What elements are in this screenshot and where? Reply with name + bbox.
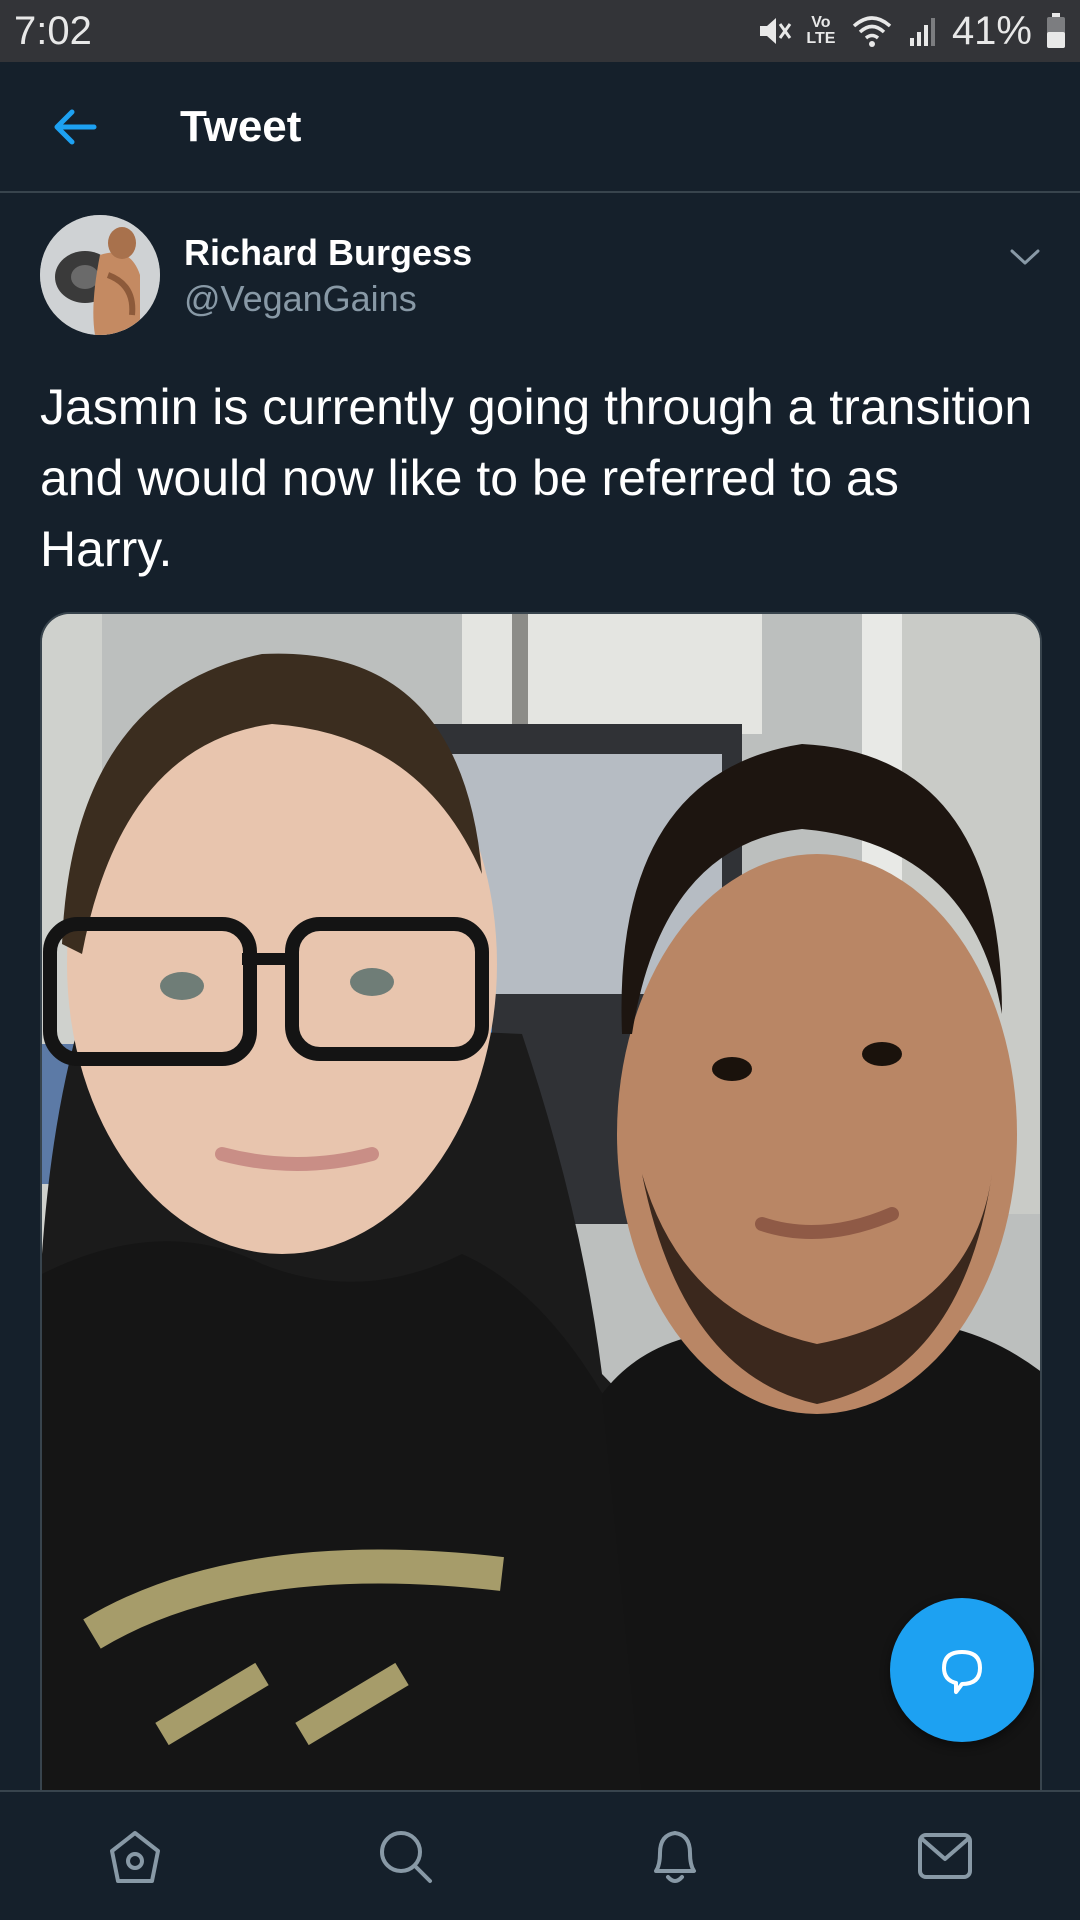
back-button[interactable]: [20, 72, 130, 182]
mute-icon: [756, 14, 792, 48]
battery-percent: 41%: [951, 8, 1032, 53]
home-icon: [110, 1831, 160, 1883]
nav-notifications[interactable]: [615, 1801, 735, 1911]
wifi-icon: [850, 14, 894, 48]
tweet-photo[interactable]: [40, 612, 1042, 1792]
volte-label: Vo LTE: [806, 14, 836, 47]
signal-icon: [908, 14, 938, 48]
page-title: Tweet: [180, 101, 302, 151]
tweet-author: Richard Burgess @VeganGains: [0, 212, 1080, 342]
notifications-icon: [654, 1831, 696, 1883]
author-handle[interactable]: @VeganGains: [184, 278, 417, 320]
avatar[interactable]: [40, 215, 160, 335]
battery-icon: [1046, 13, 1066, 49]
tweet-menu-button[interactable]: [1000, 232, 1050, 282]
author-name[interactable]: Richard Burgess: [184, 232, 472, 274]
status-bar: 7:02 Vo LTE 41%: [0, 0, 1080, 62]
messages-icon: [918, 1833, 972, 1879]
chevron-down-icon: [1010, 249, 1040, 265]
volte-icon: Vo LTE: [806, 15, 836, 47]
search-icon: [380, 1831, 432, 1883]
back-arrow-icon: [54, 109, 97, 144]
reply-bubble-icon: [942, 1650, 982, 1694]
tweet-header: Tweet: [0, 62, 1080, 193]
tweet-text: Jasmin is currently going through a tran…: [40, 379, 1033, 577]
reply-fab-button[interactable]: [890, 1598, 1034, 1742]
nav-messages[interactable]: [885, 1801, 1005, 1911]
status-icons: Vo LTE 41%: [756, 9, 1066, 54]
bottom-nav: [0, 1790, 1080, 1920]
nav-search[interactable]: [345, 1801, 465, 1911]
status-time: 7:02: [14, 8, 92, 53]
nav-home[interactable]: [75, 1801, 195, 1911]
